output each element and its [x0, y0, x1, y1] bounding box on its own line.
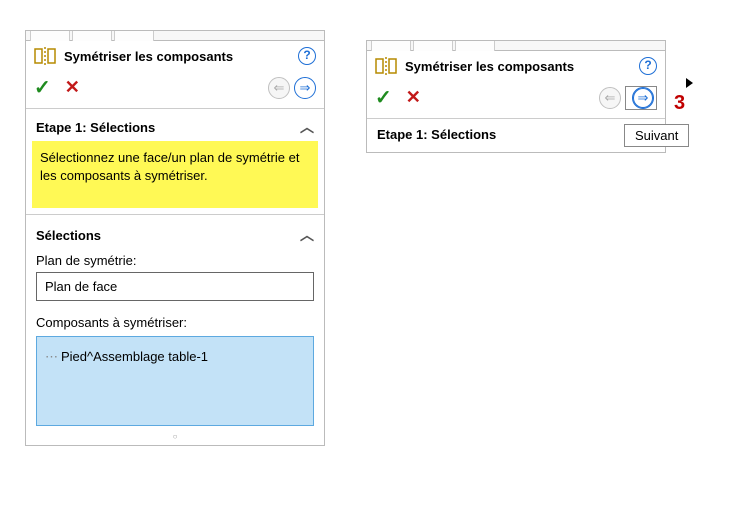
tab-stub[interactable] — [72, 31, 112, 41]
tab-stub[interactable] — [30, 31, 70, 41]
action-row: ✓ ✕ ⇐ ⇒ — [26, 71, 324, 109]
help-icon[interactable]: ? — [298, 47, 316, 65]
step-header-label: Etape 1: Sélections — [36, 120, 155, 135]
tab-bar — [367, 41, 665, 51]
panel-title: Symétriser les composants — [405, 59, 639, 74]
ok-button[interactable]: ✓ — [34, 75, 51, 100]
cancel-button[interactable]: ✕ — [65, 77, 80, 98]
component-name: Pied^Assemblage table-1 — [61, 349, 208, 364]
selections-header-label: Sélections — [36, 228, 101, 243]
title-row: Symétriser les composants ? — [26, 41, 324, 71]
tab-stub[interactable] — [371, 41, 411, 51]
next-step-button[interactable]: ⇒ — [632, 87, 654, 109]
mirror-plane-input[interactable]: Plan de face — [36, 272, 314, 301]
flyout-arrow-icon — [686, 78, 693, 88]
action-row: ✓ ✕ ⇐ ⇒ — [367, 81, 665, 119]
tab-stub[interactable] — [413, 41, 453, 51]
annotation-marker: 3 — [674, 92, 685, 115]
ok-button[interactable]: ✓ — [375, 85, 392, 110]
mirror-components-icon — [34, 47, 56, 65]
tab-stub[interactable] — [114, 31, 154, 41]
collapse-selections-icon[interactable]: ︿ — [300, 225, 314, 245]
prev-step-button: ⇐ — [599, 87, 621, 109]
collapse-step-icon[interactable]: ︿ — [300, 117, 314, 137]
help-icon[interactable]: ? — [639, 57, 657, 75]
instruction-hint: Sélectionnez une face/un plan de symétri… — [32, 141, 318, 208]
mirror-components-panel-full: Symétriser les composants ? ✓ ✕ ⇐ ⇒ Etap… — [25, 30, 325, 446]
next-step-highlight: ⇒ — [625, 86, 657, 110]
tab-bar — [26, 31, 324, 41]
prev-step-button: ⇐ — [268, 77, 290, 99]
step-header: Etape 1: Sélections — [367, 119, 665, 152]
next-step-button[interactable]: ⇒ — [294, 77, 316, 99]
components-label: Composants à symétriser: — [26, 311, 324, 332]
cancel-button[interactable]: ✕ — [406, 87, 421, 108]
resize-handle-icon[interactable]: ○ — [26, 432, 324, 445]
list-item[interactable]: ⋯ Pied^Assemblage table-1 — [45, 349, 305, 365]
components-list[interactable]: ⋯ Pied^Assemblage table-1 — [36, 336, 314, 426]
plane-label: Plan de symétrie: — [26, 249, 324, 270]
step-header-label: Etape 1: Sélections — [377, 127, 496, 142]
mirror-components-panel-collapsed: Symétriser les composants ? ✓ ✕ ⇐ ⇒ Etap… — [366, 40, 666, 153]
selections-header: Sélections ︿ — [26, 217, 324, 249]
title-row: Symétriser les composants ? — [367, 51, 665, 81]
tab-stub[interactable] — [455, 41, 495, 51]
tree-branch-icon: ⋯ — [45, 349, 57, 364]
step-header: Etape 1: Sélections ︿ — [26, 109, 324, 141]
next-button-tooltip: Suivant — [624, 124, 689, 147]
mirror-components-icon — [375, 57, 397, 75]
panel-title: Symétriser les composants — [64, 49, 298, 64]
